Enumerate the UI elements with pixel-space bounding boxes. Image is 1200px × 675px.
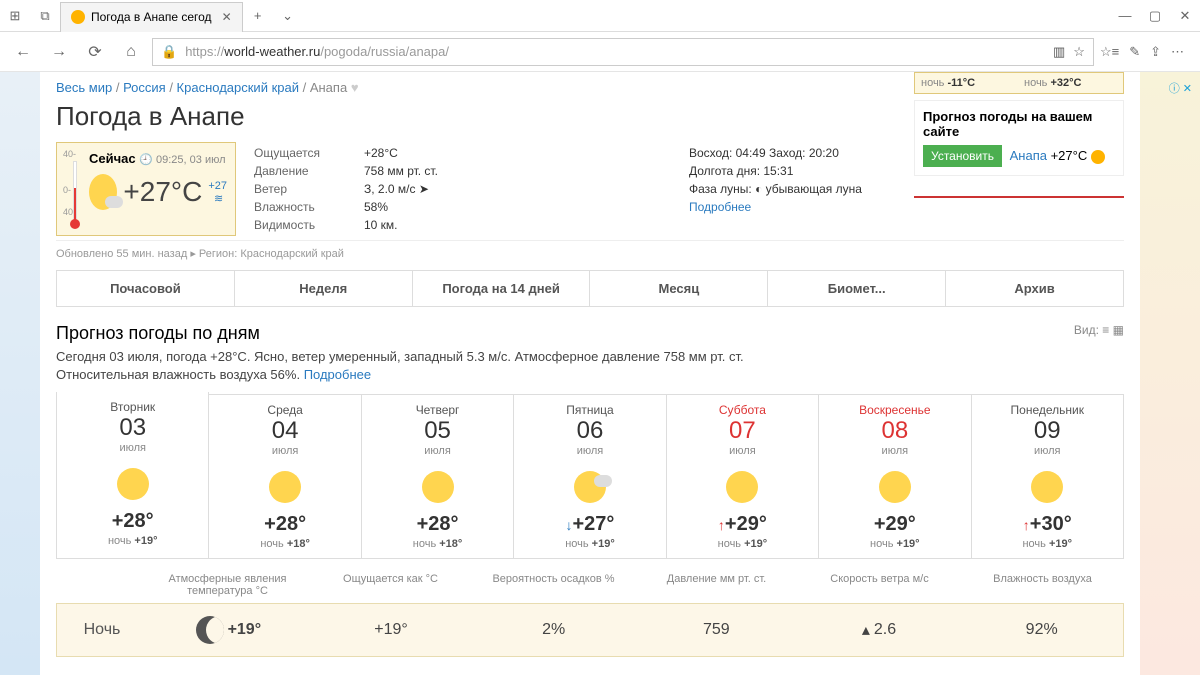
sun-icon xyxy=(726,471,758,503)
detail-header-row: Атмосферные явления температура °CОщущае… xyxy=(56,567,1124,603)
sun-icon xyxy=(1091,150,1105,164)
lock-icon: 🔒 xyxy=(161,44,177,60)
details-link[interactable]: Подробнее xyxy=(689,200,1124,214)
view-grid-icon[interactable]: ▦ xyxy=(1113,323,1124,337)
new-tab-icon[interactable]: + xyxy=(243,0,273,32)
tab-close-icon[interactable]: ✕ xyxy=(222,10,232,24)
tab-0[interactable]: Почасовой xyxy=(57,271,235,306)
wind-dir-icon: ▴ xyxy=(862,620,870,640)
nav-home-icon[interactable]: ⌂ xyxy=(116,37,146,67)
day-card[interactable]: Суббота07июля↑+29°ночь +19° xyxy=(667,394,819,559)
nav-back-icon[interactable]: ← xyxy=(8,37,38,67)
forecast-tabs: ПочасовойНеделяПогода на 14 днейМесяцБио… xyxy=(56,270,1124,307)
crumb-country[interactable]: Россия xyxy=(123,80,166,95)
nav-refresh-icon[interactable]: ⟳ xyxy=(80,37,110,67)
weather-sun-icon xyxy=(89,174,117,210)
day-card[interactable]: Пятница06июля↓+27°ночь +19° xyxy=(514,394,666,559)
thermometer-icon: 40- 0- 40- xyxy=(63,149,83,229)
view-list-icon[interactable]: ≡ xyxy=(1102,323,1109,337)
forecast-summary: Сегодня 03 июля, погода +28°C. Ясно, вет… xyxy=(56,348,796,384)
sun-icon xyxy=(879,471,911,503)
sun-icon xyxy=(574,471,606,503)
window-minimize-icon[interactable]: — xyxy=(1110,0,1140,32)
day-card[interactable]: Среда04июля+28°ночь +18° xyxy=(209,394,361,559)
tab-3[interactable]: Месяц xyxy=(590,271,768,306)
tab-1[interactable]: Неделя xyxy=(235,271,413,306)
crumb-city: Анапа xyxy=(310,80,347,95)
days-row: Вторник03июля+28°ночь +19°Среда04июля+28… xyxy=(56,394,1124,559)
left-ad-edge xyxy=(0,72,40,675)
widget-city-link[interactable]: Анапа xyxy=(1010,148,1047,163)
night-detail-row: Ночь +19° +19° 2% 759 ▴ 2.6 92% xyxy=(56,603,1124,657)
current-weather-card: 40- 0- 40- Сейчас 🕘 09:25, 03 июл +27°C … xyxy=(56,142,236,236)
now-label: Сейчас xyxy=(89,151,136,166)
sun-icon xyxy=(117,468,149,500)
crumb-world[interactable]: Весь мир xyxy=(56,80,112,95)
tab-4[interactable]: Биомет... xyxy=(768,271,946,306)
nav-forward-icon[interactable]: → xyxy=(44,37,74,67)
tab-title: Погода в Анапе сегод xyxy=(91,10,212,24)
favicon-icon xyxy=(71,10,85,24)
tab-5[interactable]: Архив xyxy=(946,271,1123,306)
day-card[interactable]: Понедельник09июля↑+30°ночь +19° xyxy=(972,394,1124,559)
window-maximize-icon[interactable]: ▢ xyxy=(1140,0,1170,32)
ad-separator xyxy=(914,196,1124,198)
sun-icon xyxy=(1031,471,1063,503)
now-time: 🕘 09:25, 03 июл xyxy=(139,154,225,166)
tab-preview-icon[interactable]: ⧉ xyxy=(30,0,60,32)
more-icon[interactable]: ⋯ xyxy=(1171,44,1184,60)
sun-icon xyxy=(422,471,454,503)
record-temps: ночь -11°C ночь +32°C xyxy=(914,72,1124,94)
widget-temp: +27°C xyxy=(1051,148,1088,163)
tab-2[interactable]: Погода на 14 дней xyxy=(413,271,591,306)
share-icon[interactable]: ⇪ xyxy=(1150,44,1161,60)
day-card[interactable]: Воскресенье08июля+29°ночь +19° xyxy=(819,394,971,559)
day-card[interactable]: Четверг05июля+28°ночь +18° xyxy=(362,394,514,559)
crumb-region[interactable]: Краснодарский край xyxy=(177,80,299,95)
period-label: Ночь xyxy=(57,621,147,639)
right-ad-edge: ⓘ ✕ xyxy=(1140,72,1200,675)
ad-close-icon[interactable]: ⓘ ✕ xyxy=(1169,80,1192,96)
address-bar[interactable]: 🔒 https://world-weather.ru/pogoda/russia… xyxy=(152,38,1094,66)
forecast-heading: Прогноз погоды по дням xyxy=(56,323,260,344)
install-button[interactable]: Установить xyxy=(923,145,1002,167)
moon-icon xyxy=(196,616,224,644)
favorites-icon[interactable]: ☆≡ xyxy=(1100,44,1119,60)
tab-actions-icon[interactable]: ⊞ xyxy=(0,0,30,32)
window-close-icon[interactable]: ✕ xyxy=(1170,0,1200,32)
summary-more-link[interactable]: Подробнее xyxy=(304,367,371,382)
browser-tab[interactable]: Погода в Анапе сегод ✕ xyxy=(60,2,243,32)
tab-chevron-icon[interactable]: ⌄ xyxy=(273,0,303,32)
day-card[interactable]: Вторник03июля+28°ночь +19° xyxy=(56,392,209,559)
favorite-star-icon[interactable]: ☆ xyxy=(1073,44,1085,60)
heart-icon[interactable]: ♥ xyxy=(351,80,359,95)
water-temp: +27≋ xyxy=(208,180,227,205)
notes-icon[interactable]: ✎ xyxy=(1129,44,1140,60)
widget-promo: Прогноз погоды на вашем сайте Установить… xyxy=(914,100,1124,176)
sun-icon xyxy=(269,471,301,503)
current-temp: +27°C xyxy=(123,176,202,208)
reading-view-icon[interactable]: ▥ xyxy=(1053,44,1065,60)
updated-text: Обновлено 55 мин. назад ▸ Регион: Красно… xyxy=(56,247,1124,260)
widget-title: Прогноз погоды на вашем сайте xyxy=(923,109,1115,139)
